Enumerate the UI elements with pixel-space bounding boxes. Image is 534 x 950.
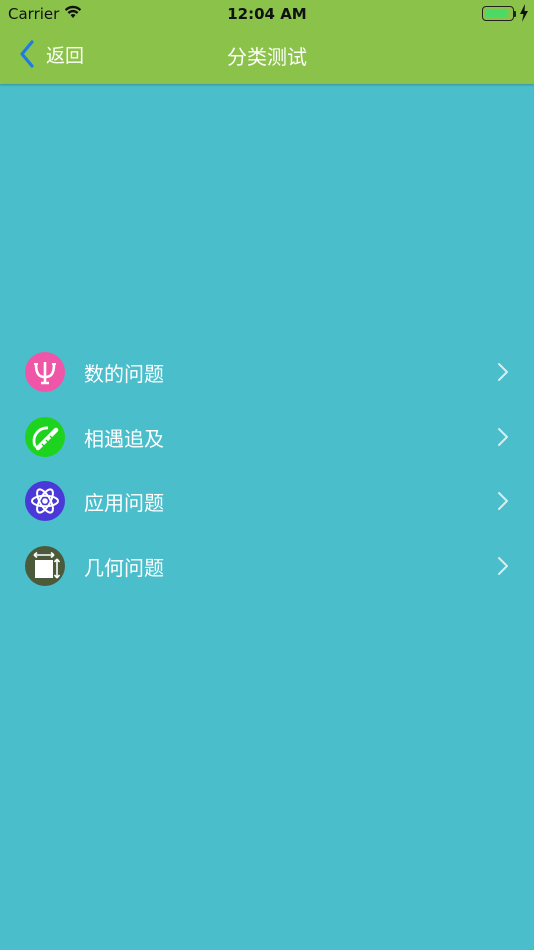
battery-tip	[514, 11, 516, 17]
category-label: 应用问题	[84, 491, 164, 515]
category-row-applications[interactable]: 应用问题	[0, 469, 534, 534]
atom-icon	[25, 481, 65, 521]
chevron-right-icon	[498, 492, 508, 510]
top-bar: Carrier 12:04 AM 返回 分类测试	[0, 0, 534, 84]
resize-square-icon	[25, 545, 65, 586]
status-bar: Carrier 12:04 AM	[0, 0, 534, 28]
charging-bolt-icon	[519, 4, 529, 26]
clock: 12:04 AM	[227, 5, 307, 23]
category-row-meeting-chasing[interactable]: 相遇追及	[0, 405, 534, 470]
page-title: 分类测试	[227, 45, 307, 69]
battery-icon	[482, 6, 514, 21]
protractor-ruler-icon	[25, 416, 65, 457]
category-list: 数的问题 相遇追及 应用问题 几何问题	[0, 340, 534, 598]
category-row-numbers[interactable]: 数的问题	[0, 340, 534, 405]
navigation-bar: 返回 分类测试	[0, 28, 534, 82]
chevron-right-icon	[498, 556, 508, 575]
chevron-right-icon	[498, 427, 508, 446]
psi-icon	[25, 352, 65, 392]
category-label: 数的问题	[84, 362, 164, 386]
battery-level	[485, 9, 507, 17]
category-label: 相遇追及	[84, 426, 164, 451]
category-label: 几何问题	[84, 555, 164, 580]
chevron-right-icon	[498, 363, 508, 381]
category-row-geometry[interactable]: 几何问题	[0, 534, 534, 599]
